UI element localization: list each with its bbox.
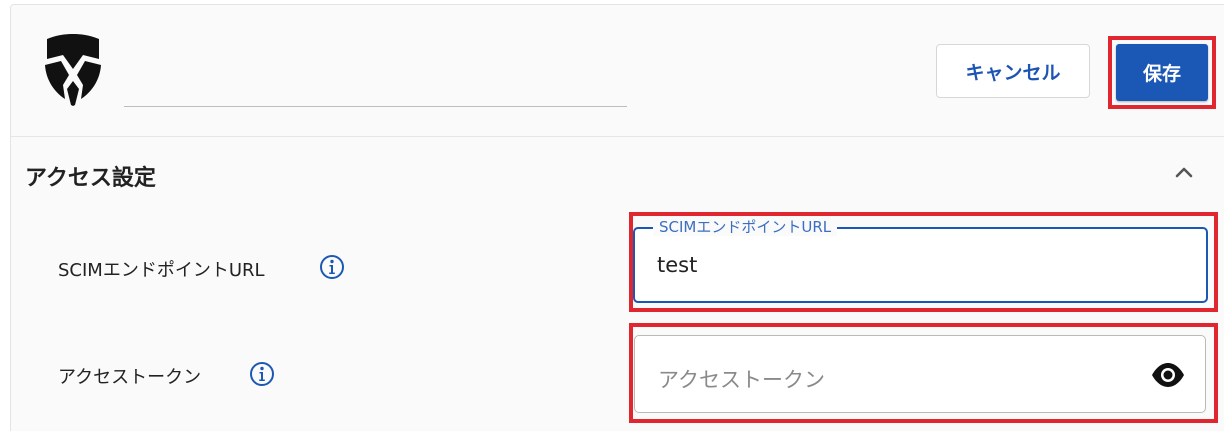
info-icon[interactable] (249, 361, 275, 387)
eye-icon[interactable] (1151, 363, 1185, 387)
shield-logo-icon (45, 34, 101, 106)
scim-url-value[interactable]: test (657, 253, 697, 277)
chevron-up-icon[interactable] (1172, 162, 1196, 182)
scim-url-row-label: SCIMエンドポイントURL (58, 260, 265, 281)
info-icon[interactable] (319, 254, 345, 280)
cancel-button[interactable]: キャンセル (936, 44, 1090, 98)
save-button-highlight: 保存 (1108, 36, 1216, 109)
access-token-placeholder: アクセストークン (658, 368, 825, 392)
access-token-field[interactable]: アクセストークン (634, 335, 1206, 413)
access-token-row-label: アクセストークン (58, 367, 202, 388)
scim-url-floating-label: SCIMエンドポイントURL (653, 218, 838, 236)
scim-url-field[interactable]: SCIMエンドポイントURL test (633, 218, 1208, 303)
name-input-underline[interactable] (124, 106, 627, 107)
save-button[interactable]: 保存 (1116, 44, 1208, 101)
section-title: アクセス設定 (25, 166, 156, 191)
header-bar: キャンセル 保存 (11, 5, 1224, 137)
